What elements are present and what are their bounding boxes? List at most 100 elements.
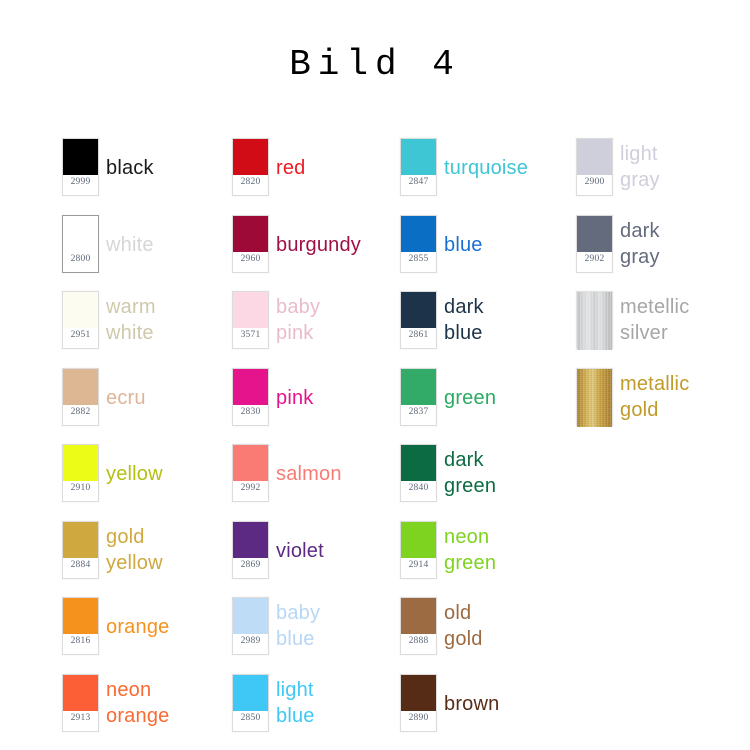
swatch-code: 2890: [408, 712, 429, 723]
swatch-item[interactable]: 2890 brown: [400, 673, 568, 750]
swatch-color-chip: [401, 292, 436, 328]
swatch-card[interactable]: 2888: [400, 597, 437, 655]
swatch-item[interactable]: 2884 gold yellow: [62, 520, 230, 598]
swatch-item[interactable]: 2847 turquoise: [400, 138, 568, 215]
swatch-card[interactable]: 2861: [400, 291, 437, 349]
swatch-item[interactable]: 2914 neon green: [400, 520, 568, 598]
swatch-color-chip: [63, 521, 98, 558]
swatch-card[interactable]: 2951: [62, 291, 99, 349]
swatch-item[interactable]: 2999 black: [62, 138, 230, 215]
swatch-color-chip: [63, 139, 98, 175]
swatch-color-chip: [63, 215, 98, 252]
swatch-card[interactable]: 2800: [62, 214, 99, 273]
swatch-item[interactable]: 2820 red: [232, 138, 400, 215]
swatch-item[interactable]: 2902 dark gray: [576, 214, 744, 292]
swatch-item[interactable]: 2850 light blue: [232, 673, 400, 750]
swatch-item[interactable]: 3571 baby pink: [232, 291, 400, 368]
swatch-card[interactable]: 2910: [62, 444, 99, 502]
swatch-card[interactable]: 2847: [400, 138, 437, 196]
swatch-item[interactable]: 2992 salmon: [232, 444, 400, 521]
swatch-item[interactable]: 2882 ecru: [62, 367, 230, 445]
swatch-card[interactable]: 2992: [232, 444, 269, 502]
swatch-color-chip: [577, 368, 612, 427]
swatch-card[interactable]: 2820: [232, 138, 269, 196]
swatch-card[interactable]: [576, 367, 613, 427]
swatch-item[interactable]: metallic gold: [576, 367, 744, 445]
swatch-card[interactable]: 2830: [232, 367, 269, 426]
swatch-code: 2800: [70, 253, 91, 264]
swatch-code: 2992: [240, 483, 261, 493]
swatch-item[interactable]: 2800 white: [62, 214, 230, 292]
swatch-label: baby pink: [276, 296, 321, 344]
swatch-code: 2910: [70, 483, 91, 493]
swatch-card[interactable]: 2890: [400, 673, 437, 732]
swatch-column-1: 2999 black 2800 white 2951 warm white 2882 ecru…: [62, 138, 230, 750]
swatch-code: 2989: [240, 636, 261, 646]
swatch-item[interactable]: metellic silver: [576, 291, 744, 368]
swatch-code: 2837: [408, 406, 429, 417]
swatch-color-chip: [233, 445, 268, 481]
swatch-item[interactable]: 2913 neon orange: [62, 673, 230, 750]
swatch-label: neon green: [444, 525, 497, 574]
swatch-card[interactable]: 2884: [62, 520, 99, 579]
swatch-color-chip: [63, 674, 98, 711]
swatch-color-chip: [233, 292, 268, 328]
swatch-label: old gold: [444, 602, 483, 650]
swatch-label: red: [276, 157, 306, 179]
swatch-card[interactable]: [576, 291, 613, 350]
swatch-card[interactable]: 2837: [400, 367, 437, 426]
swatch-code: 2913: [70, 712, 91, 723]
swatch-card[interactable]: 2960: [232, 214, 269, 273]
swatch-item[interactable]: 2900 light gray: [576, 138, 744, 215]
swatch-card[interactable]: 2900: [576, 138, 613, 196]
swatch-card[interactable]: 2913: [62, 673, 99, 732]
swatch-code: 2847: [408, 177, 429, 187]
swatch-card[interactable]: 2882: [62, 367, 99, 426]
swatch-label: orange: [106, 616, 170, 638]
swatch-column-4: 2900 light gray 2902 dark gray metellic silv…: [576, 138, 744, 444]
swatch-item[interactable]: 2830 pink: [232, 367, 400, 445]
swatch-card[interactable]: 2855: [400, 214, 437, 273]
swatch-card[interactable]: 2816: [62, 597, 99, 655]
swatch-label: salmon: [276, 463, 342, 485]
swatch-color-chip: [577, 139, 612, 175]
swatch-color-chip: [233, 139, 268, 175]
swatch-code: 2951: [70, 330, 91, 340]
swatch-item[interactable]: 2816 orange: [62, 597, 230, 674]
swatch-item[interactable]: 2951 warm white: [62, 291, 230, 368]
swatch-card[interactable]: 2850: [232, 673, 269, 732]
swatch-label: gold yellow: [106, 525, 163, 574]
swatch-color-chip: [401, 674, 436, 711]
swatch-label: metallic gold: [620, 372, 690, 421]
swatch-item[interactable]: 2869 violet: [232, 520, 400, 598]
swatch-label: white: [106, 233, 154, 256]
swatch-card[interactable]: 2869: [232, 520, 269, 579]
swatch-label: dark green: [444, 449, 497, 497]
swatch-code: 2960: [240, 253, 261, 264]
swatch-item[interactable]: 2855 blue: [400, 214, 568, 292]
swatch-color-chip: [233, 368, 268, 405]
swatch-card[interactable]: 2902: [576, 214, 613, 273]
swatch-card[interactable]: 2989: [232, 597, 269, 655]
swatch-item[interactable]: 2840 dark green: [400, 444, 568, 521]
swatch-item[interactable]: 2960 burgundy: [232, 214, 400, 292]
swatch-color-chip: [233, 674, 268, 711]
swatch-item[interactable]: 2989 baby blue: [232, 597, 400, 674]
swatch-card[interactable]: 2840: [400, 444, 437, 502]
swatch-color-chip: [63, 292, 98, 328]
swatch-column-3: 2847 turquoise 2855 blue 2861 dark blue 2837 gr…: [400, 138, 568, 750]
swatch-item[interactable]: 2910 yellow: [62, 444, 230, 521]
swatch-card[interactable]: 2914: [400, 520, 437, 579]
swatch-item[interactable]: 2837 green: [400, 367, 568, 445]
swatch-color-chip: [401, 445, 436, 481]
swatch-color-chip: [233, 521, 268, 558]
swatch-card[interactable]: 3571: [232, 291, 269, 349]
swatch-item[interactable]: 2861 dark blue: [400, 291, 568, 368]
swatch-color-chip: [401, 368, 436, 405]
swatch-color-chip: [233, 598, 268, 634]
swatch-card[interactable]: 2999: [62, 138, 99, 196]
swatch-code: 2869: [240, 559, 261, 570]
swatch-item[interactable]: 2888 old gold: [400, 597, 568, 674]
swatch-code: 2884: [70, 559, 91, 570]
swatch-label: pink: [276, 386, 314, 409]
